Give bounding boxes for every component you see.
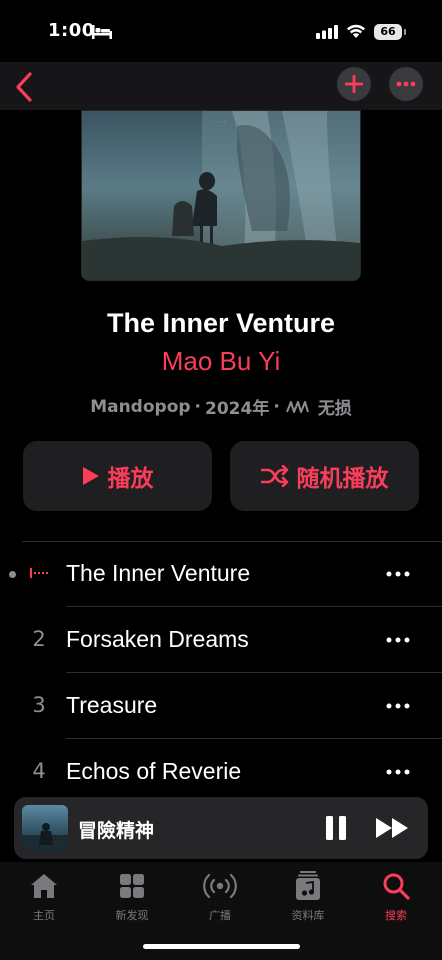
track-row[interactable]: 4 Echos of Reverie <box>0 739 442 805</box>
tab-label: 新发现 <box>115 909 149 922</box>
library-icon <box>296 871 320 900</box>
mini-player[interactable]: 冒險精神 <box>14 797 428 859</box>
meta-separator: · <box>273 396 280 417</box>
track-title: Treasure <box>66 692 158 718</box>
mini-player-title: 冒險精神 <box>78 820 155 842</box>
status-bar: 1:00 66 <box>0 0 442 62</box>
tab-label: 资料库 <box>291 909 325 922</box>
tab-browse[interactable]: 新发现 <box>92 870 172 923</box>
ellipsis-icon <box>396 81 416 87</box>
plus-icon <box>345 75 363 93</box>
sleep-bed-icon <box>92 25 112 39</box>
tab-radio[interactable]: 广播 <box>180 870 260 923</box>
album-metadata: Mandopop · 2024年 · 无损 <box>0 394 442 420</box>
album-title: The Inner Venture <box>106 308 336 338</box>
status-time: 1:00 <box>48 20 95 41</box>
pause-button[interactable] <box>324 815 348 841</box>
wifi-icon <box>347 24 365 38</box>
track-more-icon[interactable] <box>384 631 412 649</box>
track-title: Forsaken Dreams <box>66 626 249 652</box>
album-quality: 无损 <box>317 399 352 419</box>
grid-icon <box>120 874 144 898</box>
mini-player-artwork <box>22 805 68 851</box>
home-indicator[interactable] <box>143 944 300 949</box>
track-number: 2 <box>32 627 46 651</box>
play-icon <box>82 467 99 485</box>
now-playing-dot <box>9 571 16 578</box>
home-icon <box>31 874 57 898</box>
tab-home[interactable]: 主页 <box>4 870 84 923</box>
svg-text:◦ ◦ ◦: ◦ ◦ ◦ <box>216 119 226 124</box>
album-genre: Mandopop <box>90 396 191 417</box>
tab-label: 搜索 <box>385 909 407 922</box>
track-row[interactable]: 3 Treasure <box>0 673 442 739</box>
album-artwork: ◦ ◦ ◦ <box>81 110 361 281</box>
track-row[interactable]: 2 Forsaken Dreams <box>0 607 442 673</box>
track-more-icon[interactable] <box>384 763 412 781</box>
battery-indicator: 66 <box>374 24 402 40</box>
track-row[interactable]: The Inner Venture <box>0 541 442 607</box>
skip-forward-button[interactable] <box>375 817 411 839</box>
more-options-button[interactable] <box>389 67 423 101</box>
tab-label: 广播 <box>209 909 231 922</box>
track-title: The Inner Venture <box>66 560 251 586</box>
play-label: 播放 <box>107 466 154 492</box>
battery-cap <box>404 29 406 35</box>
album-year: 2024年 <box>205 399 270 419</box>
play-button[interactable]: 播放 <box>23 441 212 511</box>
track-number: 4 <box>32 759 46 783</box>
shuffle-button[interactable]: 随机播放 <box>230 441 419 511</box>
meta-separator: · <box>194 396 202 417</box>
cellular-signal-icon <box>316 25 338 39</box>
radio-icon <box>203 873 237 899</box>
back-button[interactable] <box>10 67 46 105</box>
album-artist-link[interactable]: Mao Bu Yi <box>0 346 442 377</box>
search-icon <box>383 873 410 900</box>
track-number: 3 <box>32 693 46 717</box>
track-more-icon[interactable] <box>384 565 412 583</box>
track-title: Echos of Reverie <box>66 758 242 784</box>
shuffle-label: 随机播放 <box>296 466 389 492</box>
lossless-waveform-icon <box>285 400 309 413</box>
tab-library[interactable]: 资料库 <box>268 870 348 923</box>
chevron-left-icon <box>16 72 32 102</box>
tab-label: 主页 <box>33 909 55 922</box>
now-playing-wave-icon <box>30 568 48 578</box>
add-to-library-button[interactable] <box>337 67 371 101</box>
navigation-bar <box>0 62 442 110</box>
tab-search[interactable]: 搜索 <box>356 870 436 923</box>
shuffle-icon <box>260 465 288 487</box>
track-more-icon[interactable] <box>384 697 412 715</box>
